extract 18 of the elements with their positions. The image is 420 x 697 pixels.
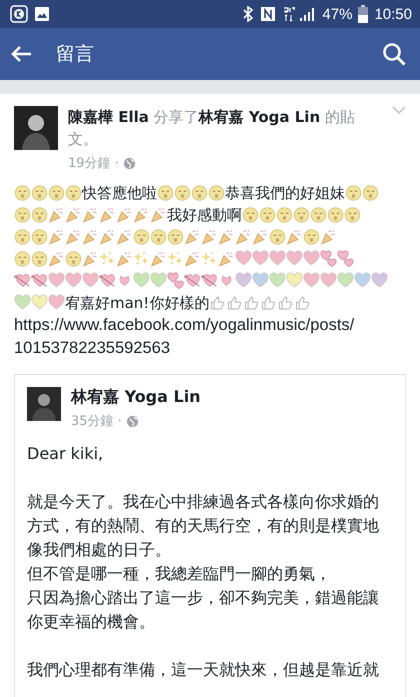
clock: 10:50 bbox=[374, 6, 412, 22]
battery-percentage: 47% bbox=[322, 6, 352, 22]
message-text: 我們心理都有準備，這一天就快來，但越是靠近就 bbox=[27, 659, 380, 681]
post-time: 19分鐘 · bbox=[68, 155, 119, 172]
post-time: 35分鐘 · bbox=[71, 413, 122, 430]
post-text: 恭喜我們的好姐妹 bbox=[225, 184, 345, 202]
author-name[interactable]: 林宥嘉 Yoga Lin bbox=[71, 387, 393, 408]
post-text: 宥嘉好man!你好樣的 bbox=[65, 294, 210, 312]
post-text: 我好感動啊 bbox=[167, 206, 242, 224]
shared-post[interactable]: 林宥嘉 Yoga Lin 35分鐘 · Dear kiki, 就是今天了。我在心中排練過各式各樣向你求婚的方式，有的熱鬧、有的天馬行空，有的則是樸實地像我們相處的日子。 但不管是哪一種，我總差臨門一腳的勇氣， 只因為擔心踏出了這一步，卻不夠完美，錯過能讓你更幸福的機會。 我們心理都有準備，這一天就快來，但越是靠近就 bbox=[14, 374, 406, 697]
message-text: Dear kiki, bbox=[27, 443, 104, 465]
post-headline: 陳嘉樺 Ella 分享了林宥嘉 Yoga Lin 的貼文。 bbox=[68, 107, 356, 150]
message-text: 只因為擔心踏出了這一步，卻不夠完美，錯過能讓你更幸福的機會。 bbox=[27, 587, 380, 633]
post-link[interactable]: https://www.facebook.com/yogalinmusic/posts/10153782235592563 bbox=[14, 314, 406, 360]
page-title: 留言 bbox=[56, 42, 94, 67]
message-text: 但不管是哪一種，我總差臨門一腳的勇氣， bbox=[27, 563, 332, 585]
post-text: 快答應他啦 bbox=[82, 184, 157, 202]
message-text: 就是今天了。我在心中排練過各式各樣向你求婚的方式，有的熱鬧、有的天馬行空，有的則是樸實地像我們相處的日子。 bbox=[27, 491, 380, 561]
